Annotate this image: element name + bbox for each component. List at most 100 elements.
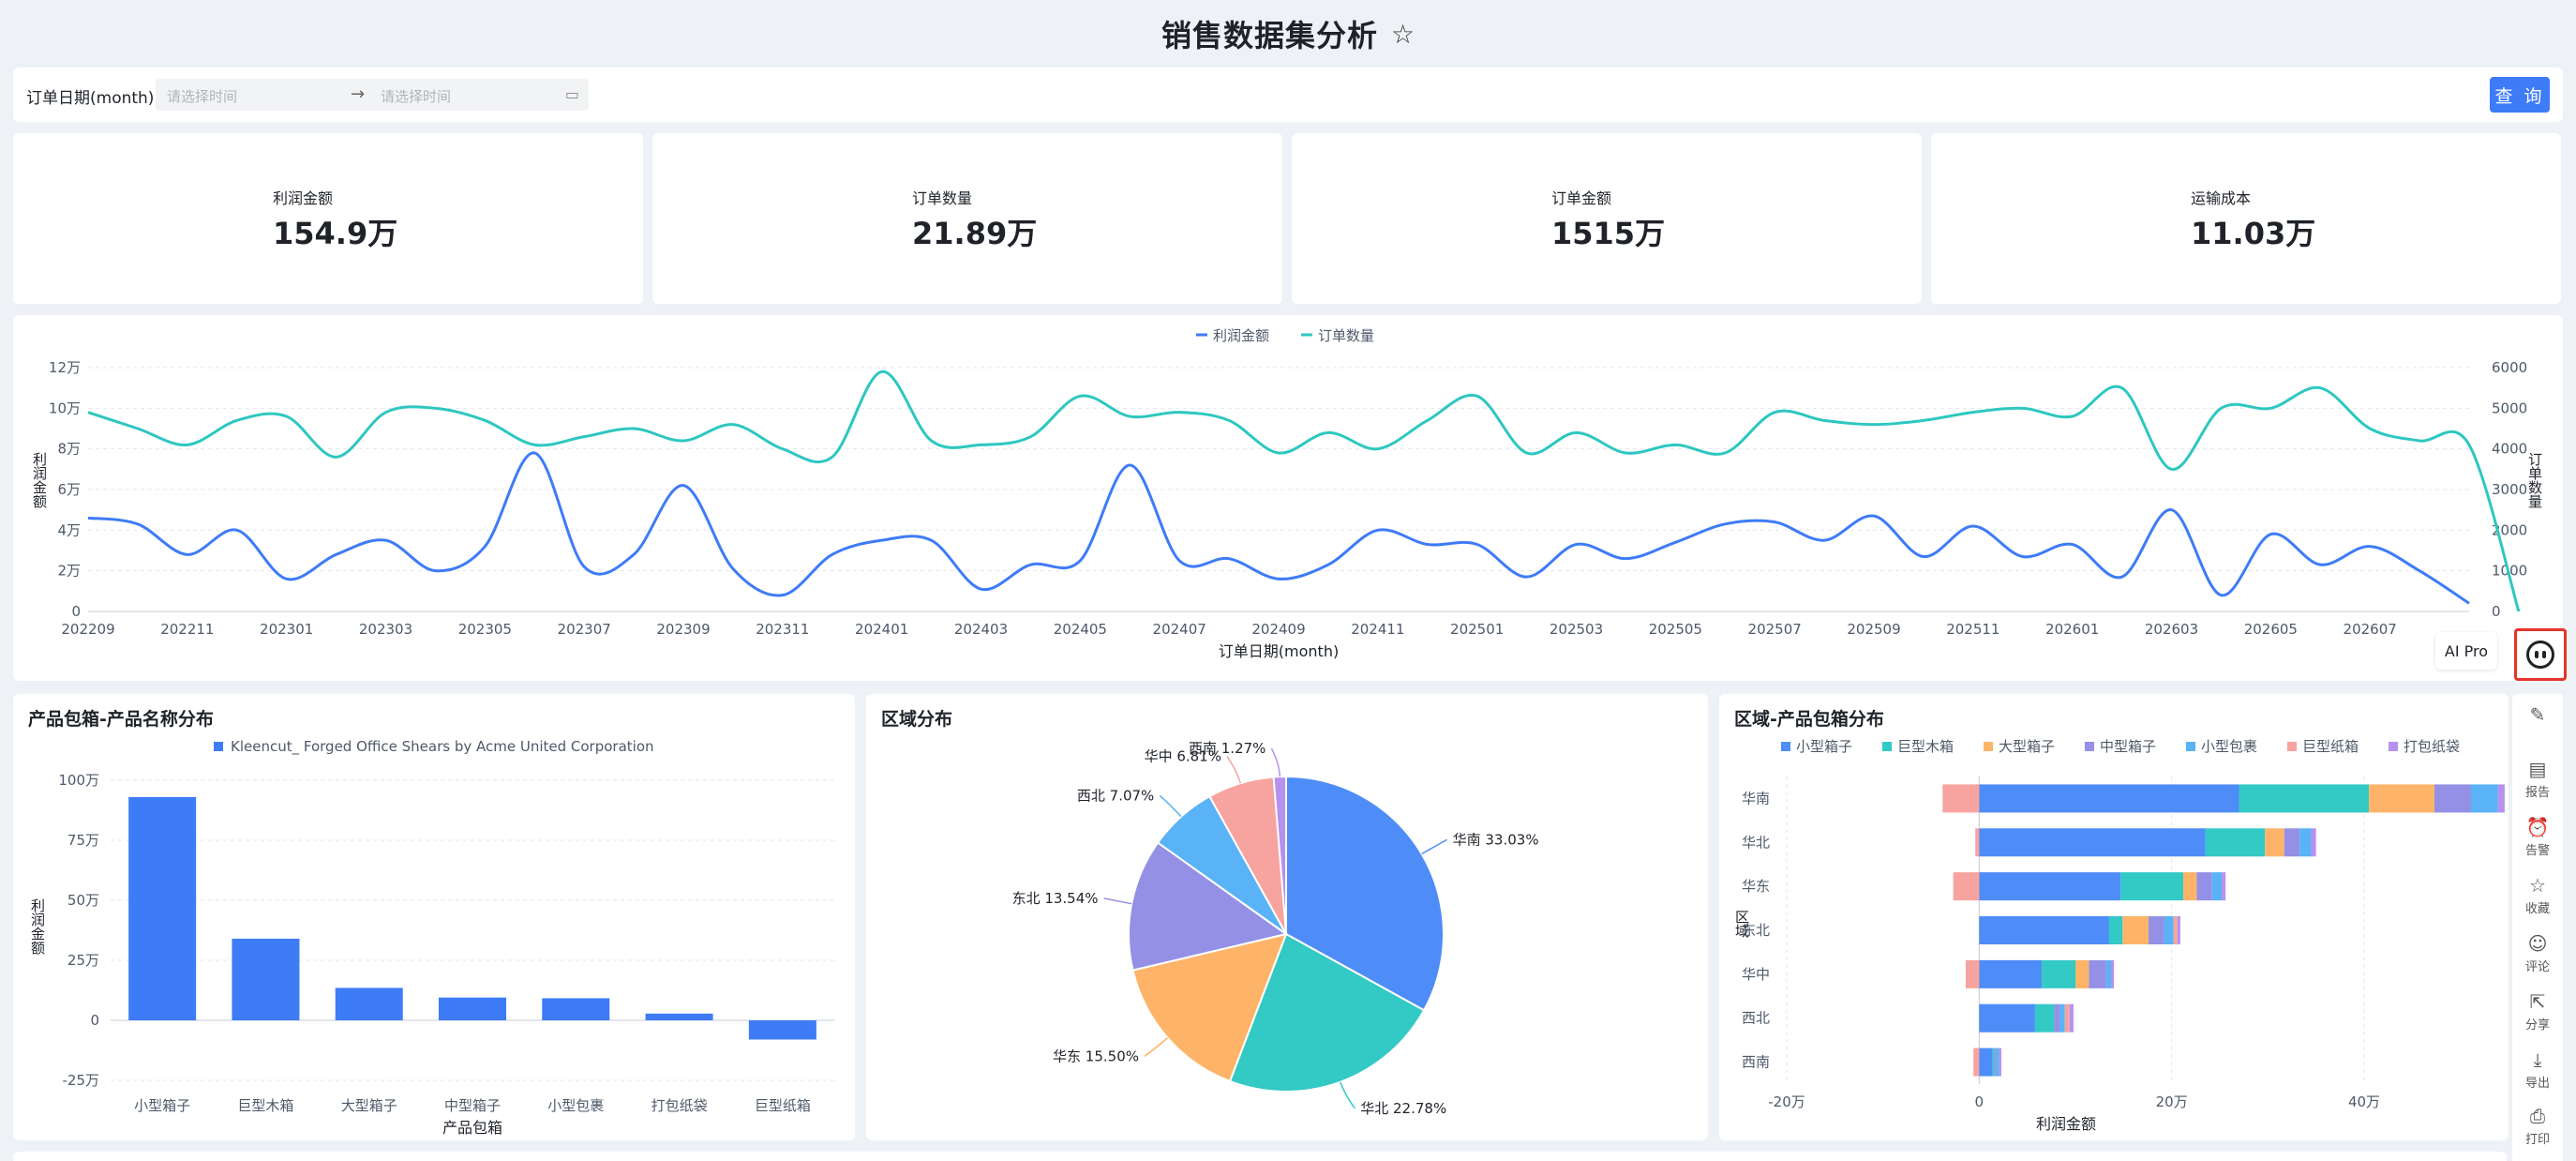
pie-chart: 华南 33.03% 华北 22.78% 华东 15.50% 东北 13.54% 西北 7… [1012, 740, 1539, 1117]
line-chart: 02万4万6万8万10万12万0100020003000400050006000… [31, 327, 2543, 660]
start-date-input[interactable]: 请选择时间 [167, 86, 237, 106]
bar-segment [2205, 828, 2266, 857]
favorite-button[interactable]: ☆ 收藏 [2512, 874, 2563, 916]
report-icon: ▤ [2528, 758, 2547, 780]
star-icon[interactable]: ☆ [1391, 19, 1415, 50]
x-tick-label: 打包纸袋 [651, 1097, 708, 1114]
leader-line [1159, 794, 1182, 818]
kpi-label: 运输成本 [2191, 189, 2252, 207]
x-axis-label: 订单日期(month) [1219, 642, 1339, 660]
edit-button[interactable]: ✎ [2512, 703, 2563, 728]
y-right-tick-label: 6000 [2492, 359, 2527, 376]
x-tick-label: 202411 [1351, 621, 1404, 638]
legend-marker [1984, 742, 1993, 751]
y-left-tick-label: 2万 [57, 563, 81, 580]
share-icon: ⇱ [2529, 990, 2546, 1013]
y-right-tick-label: 0 [2492, 603, 2501, 620]
kpi-label: 利润金额 [273, 189, 334, 207]
date-range-picker[interactable]: 请选择时间 → 请选择时间 ▭ [156, 79, 589, 111]
alarm-icon: ⏰ [2525, 816, 2550, 838]
x-tick-label: 202409 [1251, 621, 1305, 638]
x-axis-label: 利润金额 [2036, 1115, 2096, 1133]
print-button[interactable]: ⎙ 打印 [2512, 1105, 2563, 1147]
slice-label: 西南 1.27% [1189, 740, 1266, 757]
end-date-input[interactable]: 请选择时间 [381, 86, 451, 106]
ai-assistant-button[interactable] [2514, 628, 2567, 681]
bar-segment [2054, 1003, 2060, 1033]
y-tick-label: 25万 [67, 952, 99, 969]
kpi-label: 订单数量 [912, 189, 973, 207]
bar-segment [1979, 1048, 1993, 1077]
leader-line [1339, 1081, 1355, 1109]
comment-icon: ☺ [2527, 932, 2548, 955]
bar-segment [2177, 916, 2180, 944]
filter-bar: 订单日期(month) 请选择时间 → 请选择时间 ▭ 查 询 [13, 68, 2563, 122]
export-button[interactable]: ⤓ 导出 [2512, 1048, 2563, 1091]
y-left-tick-label: 8万 [57, 441, 81, 458]
legend-label: 小型箱子 [1796, 738, 1852, 755]
leader-line [1226, 756, 1242, 784]
bar-segment [2173, 916, 2178, 944]
report-button[interactable]: ▤ 报告 [2512, 758, 2563, 800]
kpi-value: 1515万 [1551, 216, 1666, 251]
bar [128, 796, 197, 1020]
kpi-value: 11.03万 [2191, 216, 2316, 251]
x-tick-label: 202307 [558, 621, 611, 638]
bar [645, 1013, 713, 1020]
x-tick-label: 202505 [1649, 621, 1702, 638]
slice-label: 华北 22.78% [1360, 1100, 1446, 1117]
y-tick-label: 100万 [58, 772, 99, 789]
y-left-tick-label: 0 [71, 603, 81, 620]
x-tick-label: 40万 [2348, 1093, 2380, 1110]
y-tick-label: 50万 [67, 892, 99, 909]
comment-button[interactable]: ☺ 评论 [2512, 932, 2563, 974]
bar-segment [1942, 784, 1980, 813]
alarm-button[interactable]: ⏰ 告警 [2512, 816, 2563, 858]
bar-segment [2434, 784, 2471, 813]
legend-label: 大型箱子 [1999, 738, 2055, 755]
leader-line [1103, 897, 1132, 905]
share-button[interactable]: ⇱ 分享 [2512, 990, 2563, 1033]
bar-segment [2069, 1003, 2074, 1033]
x-tick-label: 202509 [1847, 621, 1900, 638]
x-tick-label: 202607 [2344, 621, 2397, 638]
share-label: 分享 [2524, 1018, 2550, 1033]
right-toolbar: ✎ ▤ 报告 ⏰ 告警 ☆ 收藏 ☺ 评论 ⇱ 分享 ⤓ 导出 ⎙ 打印 [2512, 694, 2563, 1161]
x-tick-label: 202305 [458, 621, 512, 638]
query-button[interactable]: 查 询 [2490, 77, 2550, 113]
pie-chart-title: 区域分布 [881, 709, 953, 730]
y-left-tick-label: 10万 [49, 400, 81, 416]
legend-marker [2287, 742, 2297, 751]
slice-label: 西北 7.07% [1077, 787, 1154, 804]
calendar-icon[interactable]: ▭ [565, 85, 579, 103]
y-right-tick-label: 3000 [2492, 481, 2527, 498]
line-chart-panel: 0 2万 4万 6万 8万 10万 12万 0 1000 2000 3000 4000 5000 6000… [13, 315, 2563, 681]
bar-segment [2089, 959, 2106, 988]
stacked-bar-title: 区域-产品包箱分布 [1734, 709, 1884, 730]
legend-marker [1882, 742, 1892, 751]
x-tick-label: 202309 [656, 621, 710, 638]
bar [439, 997, 506, 1020]
y-tick-label: 0 [90, 1012, 99, 1029]
x-tick-label: 202601 [2045, 621, 2099, 638]
y-tick-label: 75万 [67, 832, 99, 849]
kpi-card-order-count: 订单数量 21.89万 [652, 133, 1282, 304]
stacked-bar-chart: -20万 0 20万 40万利润金额区域华南华北华东东北华中西北西南小型箱子 巨型木箱大… [1733, 738, 2505, 1133]
legend-marker [2085, 742, 2094, 751]
export-label: 导出 [2524, 1077, 2550, 1091]
bar-segment [1979, 916, 2109, 944]
bar-segment [1992, 1048, 1995, 1077]
bar-segment [2164, 916, 2174, 944]
report-label: 报告 [2524, 786, 2550, 800]
y-tick-label: 西北 [1742, 1010, 1770, 1027]
legend-label: 巨型木箱 [1897, 738, 1954, 755]
y-left-tick-label: 12万 [49, 359, 81, 376]
bar-segment [2034, 1003, 2055, 1033]
x-tick-label: 巨型木箱 [237, 1097, 293, 1114]
bar [748, 1020, 816, 1040]
pie-chart-panel: 区域分布 华南 33.03% 华北 22.78% 华东 15.50% 东北 13.54… [866, 694, 1708, 1140]
bar-segment [2470, 784, 2498, 813]
y-tick-label: 西南 [1742, 1054, 1770, 1071]
legend-label: Kleencut_ Forged Office Shears by Acme U… [231, 738, 654, 756]
y-left-tick-label: 4万 [57, 521, 81, 538]
